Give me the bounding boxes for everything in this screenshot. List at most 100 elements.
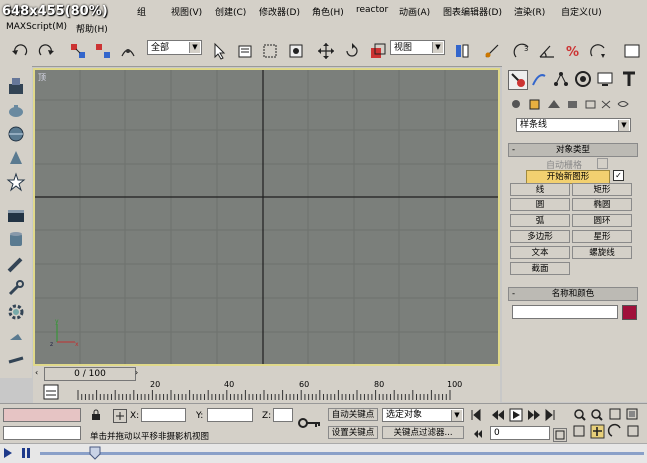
absolute-mode-icon[interactable] [113, 409, 127, 423]
navigation-icons [573, 408, 639, 439]
menu-animation[interactable]: 动画(A) [399, 5, 430, 18]
named-selection-icon[interactable] [622, 41, 642, 61]
rollout-name-color-title: 名称和颜色 [551, 289, 595, 299]
menu-graph-editors[interactable]: 图表编辑器(D) [443, 5, 502, 18]
redo-icon[interactable] [36, 41, 56, 61]
current-frame-input[interactable]: 0 [490, 426, 550, 440]
teapot-icon[interactable] [6, 100, 26, 120]
lock-icon[interactable] [90, 409, 102, 421]
select-by-name-icon[interactable] [235, 41, 255, 61]
undo-icon[interactable] [10, 41, 30, 61]
menu-view[interactable]: 视图(V) [171, 5, 202, 18]
chevron-left-icon[interactable]: ‹ [35, 368, 44, 378]
maxscript-listener-white[interactable] [3, 426, 81, 440]
y-coord-input[interactable] [207, 408, 253, 422]
motion-tab-icon[interactable] [574, 70, 592, 88]
select-link-icon[interactable] [68, 41, 88, 61]
menu-maxscript[interactable]: MAXScript(M) [6, 22, 67, 32]
video-progress-handle[interactable] [89, 446, 101, 460]
top-viewport[interactable]: y z x 顶 [35, 70, 498, 364]
select-manipulate-icon[interactable] [482, 41, 502, 61]
auto-key-button[interactable]: 自动关键点 [328, 408, 378, 421]
category-value: 样条线 [520, 120, 548, 130]
section-button[interactable]: 截面 [510, 262, 570, 275]
helix-button[interactable]: 螺旋线 [572, 246, 632, 259]
snaps-toggle-icon[interactable]: 3 [512, 41, 532, 61]
gear-icon[interactable] [6, 302, 26, 322]
pivot-center-icon[interactable] [452, 41, 472, 61]
auto-grid-checkbox[interactable] [597, 158, 608, 169]
utilities-tab-icon[interactable] [620, 70, 638, 88]
donut-button[interactable]: 圆环 [572, 214, 632, 227]
rollout-name-color[interactable]: - 名称和颜色 [508, 287, 638, 301]
menu-modifiers[interactable]: 修改器(D) [259, 5, 300, 18]
x-coord-input[interactable] [141, 408, 186, 422]
time-slider[interactable]: 0 / 100 [44, 367, 136, 381]
object-color-swatch[interactable] [622, 305, 637, 320]
create-category-dropdown[interactable]: 样条线 ▼ [516, 118, 631, 132]
window-crossing-icon[interactable] [286, 41, 306, 61]
key-icon[interactable] [298, 416, 322, 430]
set-key-button[interactable]: 设置关键点 [328, 426, 378, 439]
key-mode-icon[interactable] [472, 428, 484, 440]
time-config-icon[interactable] [553, 428, 567, 442]
hierarchy-tab-icon[interactable] [552, 70, 570, 88]
video-progress-track[interactable] [40, 452, 644, 455]
create-tab-icon[interactable] [508, 70, 528, 90]
start-new-shape-checkbox[interactable]: ✓ [613, 170, 624, 181]
pause-icon[interactable] [20, 447, 32, 459]
resolution-overlay: 648x455(80%) [2, 4, 108, 19]
curve-editor-icon[interactable] [42, 383, 60, 401]
menu-create[interactable]: 创建(C) [215, 5, 246, 18]
ngon-button[interactable]: 多边形 [510, 230, 570, 243]
rectangle-button[interactable]: 矩形 [572, 183, 632, 196]
cone-icon[interactable] [6, 148, 26, 168]
object-name-input[interactable] [512, 305, 618, 319]
selection-filter-dropdown[interactable]: 全部 ▼ [147, 40, 202, 55]
unlink-icon[interactable] [93, 41, 113, 61]
rotate-icon[interactable] [342, 41, 362, 61]
reference-coord-dropdown[interactable]: 视图 ▼ [390, 40, 445, 55]
maxscript-listener-pink[interactable] [3, 408, 81, 422]
menu-group[interactable]: 组 [137, 5, 146, 18]
menu-rendering[interactable]: 渲染(R) [514, 5, 545, 18]
star-icon[interactable] [6, 172, 26, 192]
sphere-icon[interactable] [6, 124, 26, 144]
bind-space-warp-icon[interactable] [118, 41, 138, 61]
text-button[interactable]: 文本 [510, 246, 570, 259]
light-icon[interactable] [6, 326, 26, 346]
chevron-right-icon[interactable]: › [135, 368, 144, 378]
viewport-label[interactable]: 顶 [38, 72, 46, 83]
arc-button[interactable]: 弧 [510, 214, 570, 227]
cylinder-icon[interactable] [6, 230, 26, 250]
modify-tab-icon[interactable] [530, 70, 548, 88]
key-mode-dropdown[interactable]: 选定对象 ▼ [382, 408, 464, 422]
star-button[interactable]: 星形 [572, 230, 632, 243]
box-icon[interactable] [6, 206, 26, 226]
move-icon[interactable] [316, 41, 336, 61]
status-prompt: 单击并拖动以平移非摄影机视图 [90, 432, 210, 442]
scale-icon[interactable] [368, 41, 388, 61]
z-coord-input[interactable] [273, 408, 293, 422]
objects-tab-icon[interactable] [6, 76, 26, 96]
menu-customize[interactable]: 自定义(U) [561, 5, 602, 18]
ruler-tick-label: 40 [224, 380, 235, 389]
bone-icon[interactable] [6, 350, 26, 370]
angle-snap-icon[interactable] [537, 41, 557, 61]
start-new-shape-button[interactable]: 开始新图形 [526, 170, 610, 184]
circle-button[interactable]: 圆 [510, 198, 570, 211]
ellipse-button[interactable]: 椭圆 [572, 198, 632, 211]
play-icon[interactable] [3, 447, 13, 459]
select-object-icon[interactable] [209, 41, 229, 61]
display-tab-icon[interactable] [596, 70, 614, 88]
wrench-icon[interactable] [6, 278, 26, 298]
modifier-icon[interactable] [6, 254, 26, 274]
menu-reactor[interactable]: reactor [356, 5, 388, 15]
menu-character[interactable]: 角色(H) [312, 5, 344, 18]
spinner-snap-icon[interactable] [588, 41, 608, 61]
percent-snap-icon[interactable]: % [563, 41, 583, 61]
key-filters-button[interactable]: 关键点过滤器... [382, 426, 464, 439]
rollout-object-type[interactable]: - 对象类型 [508, 143, 638, 157]
rectangular-selection-icon[interactable] [260, 41, 280, 61]
line-button[interactable]: 线 [510, 183, 570, 196]
